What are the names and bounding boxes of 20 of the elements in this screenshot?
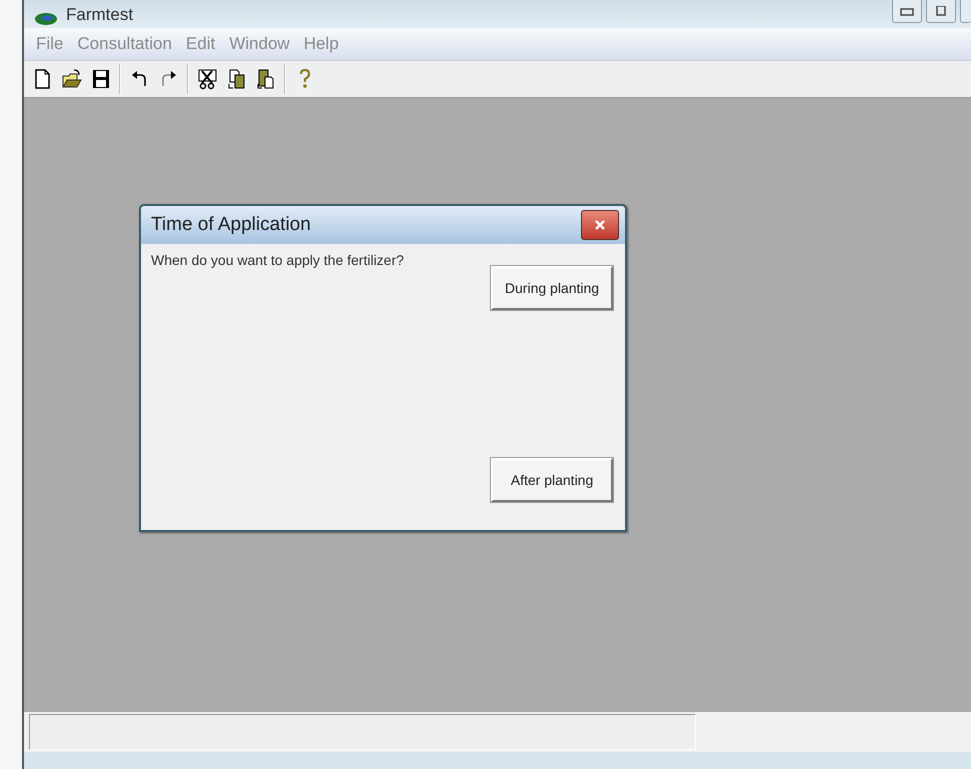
app-icon bbox=[34, 12, 58, 26]
paste-icon[interactable] bbox=[255, 68, 276, 90]
question-text: When do you want to apply the fertilizer? bbox=[151, 252, 404, 270]
answer-button[interactable]: During planting bbox=[491, 266, 613, 310]
minimize-button[interactable] bbox=[892, 0, 922, 23]
answer-button[interactable]: After planting bbox=[491, 458, 613, 502]
maximize-icon bbox=[934, 6, 948, 16]
menu-item[interactable]: Window bbox=[229, 34, 290, 54]
window-title: Farmtest bbox=[66, 4, 134, 26]
menu-item[interactable]: Edit bbox=[186, 34, 216, 54]
scissors-icon[interactable] bbox=[197, 68, 218, 90]
folder-icon[interactable] bbox=[61, 68, 82, 90]
menu-item[interactable]: File bbox=[36, 34, 64, 54]
close-icon bbox=[594, 219, 606, 231]
minimize-icon bbox=[900, 6, 914, 16]
copy-icon[interactable] bbox=[226, 68, 247, 90]
menu-item[interactable]: Help bbox=[304, 34, 339, 54]
maximize-button[interactable] bbox=[926, 0, 956, 23]
menu-item[interactable]: Consultation bbox=[77, 34, 172, 54]
dialog-title: Time of Application bbox=[151, 214, 311, 236]
